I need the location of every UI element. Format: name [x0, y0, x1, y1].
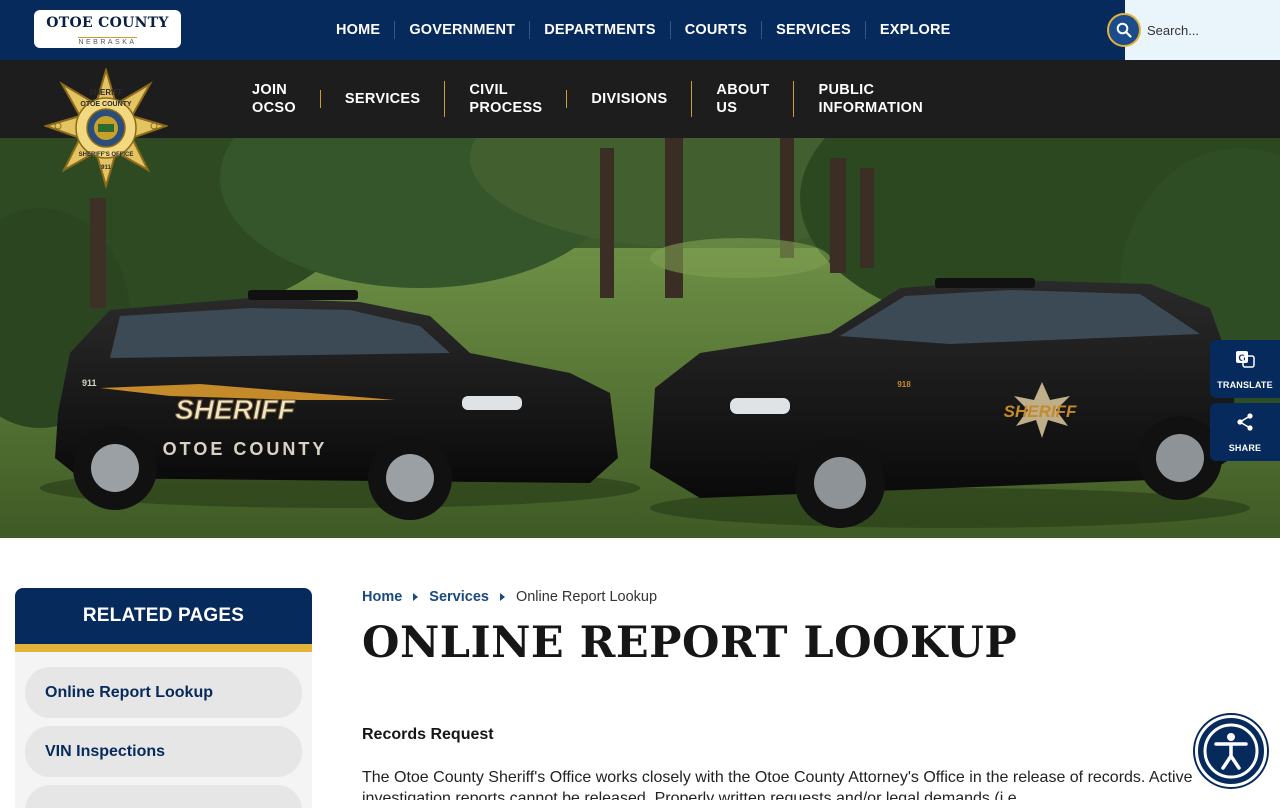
badge-county-text: OTOE COUNTY: [80, 101, 132, 108]
dept-nav-about-line1: ABOUT: [716, 82, 770, 98]
records-request-paragraph: The Otoe County Sheriff's Office works c…: [362, 769, 1193, 800]
related-pages-divider: [15, 644, 312, 652]
hero-right-vehicle-number: 918: [897, 380, 911, 389]
search-input[interactable]: [1147, 20, 1275, 40]
translate-button[interactable]: G TRANSLATE: [1210, 340, 1280, 398]
dept-nav-civil-line2: PROCESS: [469, 100, 543, 116]
dept-nav-divisions[interactable]: DIVISIONS: [566, 90, 691, 108]
search-box: [1125, 0, 1280, 60]
dept-nav-civil-process[interactable]: CIVIL PROCESS: [444, 81, 566, 117]
share-button[interactable]: SHARE: [1210, 403, 1280, 461]
breadcrumb-services[interactable]: Services: [429, 589, 489, 605]
dept-nav-divisions-label: DIVISIONS: [591, 91, 668, 107]
dept-nav-services-label: SERVICES: [344, 91, 421, 107]
dept-nav-public-line2: INFORMATION: [818, 100, 924, 116]
dept-nav-civil-line1: CIVIL: [469, 82, 508, 98]
nav-departments[interactable]: DEPARTMENTS: [529, 21, 670, 39]
otoe-county-logo[interactable]: OTOE COUNTY NEBRASKA: [34, 10, 181, 48]
department-navigation-bar: JOIN OCSO SERVICES CIVIL PROCESS DIVISIONS…: [0, 60, 1280, 138]
dept-nav-public-information[interactable]: PUBLIC INFORMATION: [793, 81, 947, 117]
records-request-heading: Records Request: [362, 726, 494, 743]
hero-banner: SHERIFF OTOE COUNTY 911 SHERIFF 918: [0, 138, 1280, 538]
badge-office-text: SHERIFF'S OFFICE: [79, 152, 134, 158]
nav-government[interactable]: GOVERNMENT: [394, 21, 529, 39]
hero-left-vehicle-label: SHERIFF: [175, 394, 296, 425]
logo-state-name: NEBRASKA: [78, 37, 137, 46]
dept-nav-join-line1: JOIN: [252, 82, 288, 98]
breadcrumb-separator-icon: [413, 593, 419, 601]
dept-nav-services[interactable]: SERVICES: [319, 90, 444, 108]
related-pages-list: Online Report Lookup VIN Inspections: [15, 652, 312, 808]
page-title: ONLINE REPORT LOOKUP: [362, 618, 1018, 668]
share-label: SHARE: [1228, 443, 1262, 453]
translate-label: TRANSLATE: [1217, 380, 1273, 390]
top-navigation-bar: OTOE COUNTY NEBRASKA HOME GOVERNMENT DEP…: [0, 0, 1280, 60]
department-nav: JOIN OCSO SERVICES CIVIL PROCESS DIVISIONS…: [228, 60, 947, 138]
breadcrumb: Home Services Online Report Lookup: [362, 589, 657, 605]
nav-explore[interactable]: EXPLORE: [864, 21, 965, 39]
related-link-online-report-lookup[interactable]: Online Report Lookup: [25, 667, 302, 718]
badge-top-text: SHERIFF: [89, 88, 123, 97]
breadcrumb-home[interactable]: Home: [362, 589, 402, 605]
accessibility-button[interactable]: [1195, 715, 1267, 787]
related-pages-sidebar: RELATED PAGES Online Report Lookup VIN I…: [15, 588, 312, 808]
hero-right-vehicle-label: SHERIFF: [1004, 402, 1077, 421]
sheriff-badge-logo[interactable]: SHERIFF OTOE COUNTY SHERIFF'S OFFICE 911: [42, 66, 170, 190]
nav-services[interactable]: SERVICES: [761, 21, 865, 39]
dept-nav-about-line2: US: [716, 100, 738, 116]
related-pages-title: RELATED PAGES: [15, 588, 312, 644]
nav-home[interactable]: HOME: [322, 21, 394, 39]
nav-courts[interactable]: COURTS: [669, 21, 761, 39]
main-nav: HOME GOVERNMENT DEPARTMENTS COURTS SERVI…: [322, 0, 965, 60]
breadcrumb-current: Online Report Lookup: [515, 589, 658, 605]
search-icon: [1116, 22, 1132, 38]
svg-text:G: G: [1238, 353, 1245, 363]
hero-left-vehicle-number: 911: [82, 378, 97, 388]
dept-nav-join-line2: OCSO: [252, 100, 296, 116]
dept-nav-about-us[interactable]: ABOUT US: [691, 81, 793, 117]
hero-left-vehicle-sub: OTOE COUNTY: [163, 439, 328, 459]
logo-county-name: OTOE COUNTY: [46, 15, 169, 31]
related-link-partial[interactable]: [25, 785, 302, 808]
dept-nav-join-ocso[interactable]: JOIN OCSO: [228, 81, 320, 117]
breadcrumb-separator-icon: [499, 593, 505, 601]
share-icon: [1237, 413, 1253, 431]
dept-nav-public-line1: PUBLIC: [818, 82, 875, 98]
translate-icon: G: [1236, 351, 1255, 368]
search-button[interactable]: [1107, 13, 1141, 47]
badge-number-text: 911: [101, 165, 111, 171]
hero-sheriff-vehicles-image: SHERIFF OTOE COUNTY 911 SHERIFF 918: [0, 138, 1280, 538]
related-link-vin-inspections[interactable]: VIN Inspections: [25, 726, 302, 777]
accessibility-icon: [1203, 723, 1259, 779]
